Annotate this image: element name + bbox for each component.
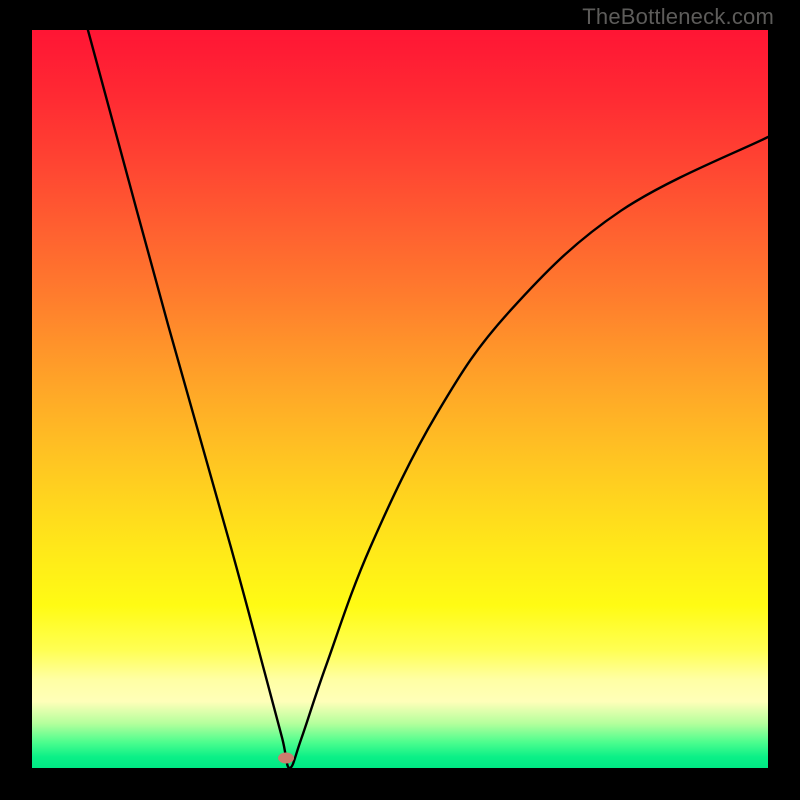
watermark-text: TheBottleneck.com xyxy=(582,4,774,30)
bottleneck-curve xyxy=(32,30,768,768)
scatter-point xyxy=(278,753,294,764)
chart-frame: TheBottleneck.com xyxy=(0,0,800,800)
plot-area xyxy=(32,30,768,768)
